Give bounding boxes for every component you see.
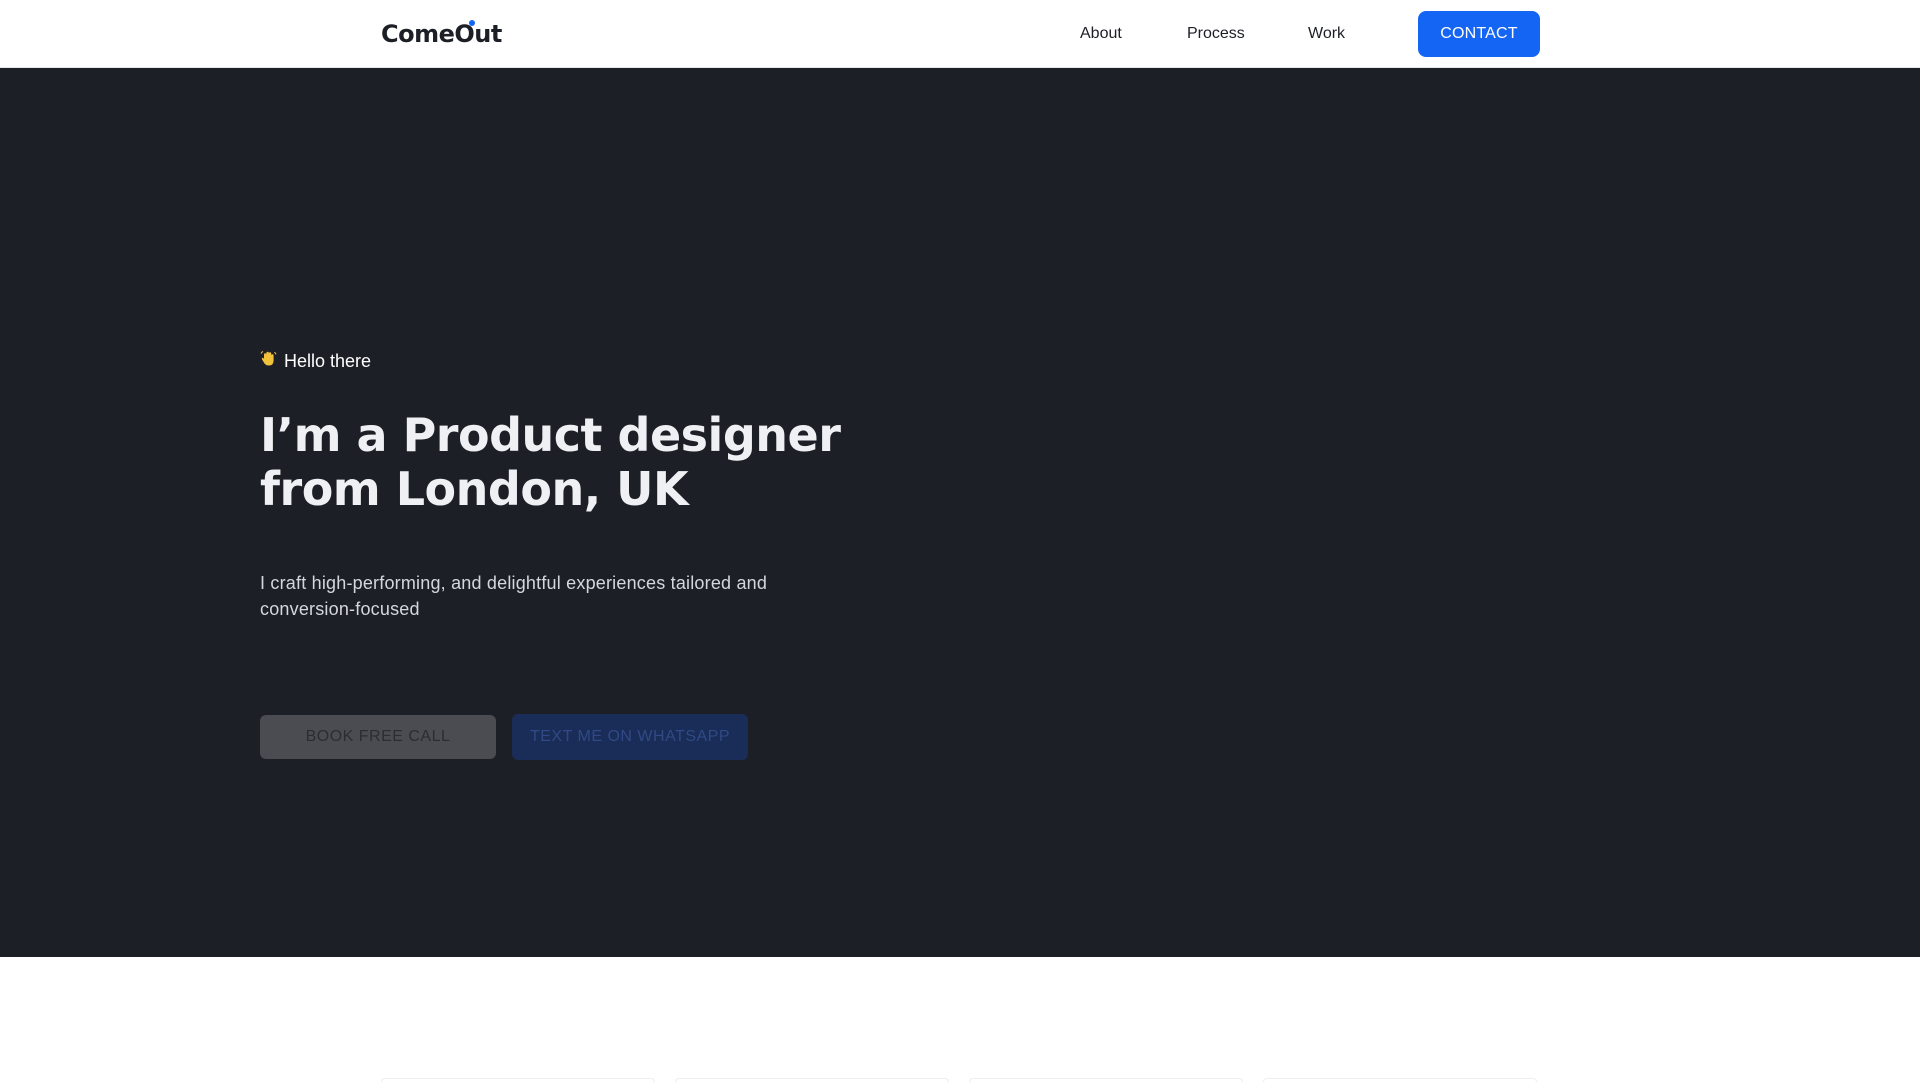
whatsapp-button[interactable]: TEXT ME ON WHATSAPP: [512, 714, 748, 760]
next-section: [0, 957, 1920, 1082]
card-edge: [1263, 1078, 1537, 1082]
logo-text-come: Come: [381, 20, 455, 48]
waving-hand-icon: [260, 349, 280, 375]
headline-line-2: from London, UK: [260, 462, 689, 516]
hero-greeting: Hello there: [260, 348, 371, 374]
nav-link-work[interactable]: Work: [1308, 22, 1345, 46]
hero-description: I craft high-performing, and delightful …: [260, 573, 768, 619]
hero-section: Hello there I’m a Product designer from …: [0, 68, 1920, 957]
card-edge: [381, 1078, 655, 1082]
contact-button[interactable]: CONTACT: [1418, 11, 1540, 57]
logo-text-ut: ut: [474, 20, 502, 48]
nav-link-about[interactable]: About: [1080, 22, 1122, 46]
site-logo[interactable]: ComeO ut: [381, 18, 502, 50]
headline-line-1: I’m a Product designer: [260, 408, 841, 462]
book-free-call-button[interactable]: BOOK FREE CALL: [260, 715, 496, 759]
card-edge: [675, 1078, 949, 1082]
card-edge: [969, 1078, 1243, 1082]
greeting-text: Hello there: [284, 351, 372, 371]
top-navigation: ComeO ut About Process Work CONTACT: [0, 0, 1920, 68]
nav-link-process[interactable]: Process: [1187, 22, 1245, 46]
logo-o: O: [454, 20, 476, 48]
hero-headline: I’m a Product designer from London, UK: [260, 408, 900, 516]
